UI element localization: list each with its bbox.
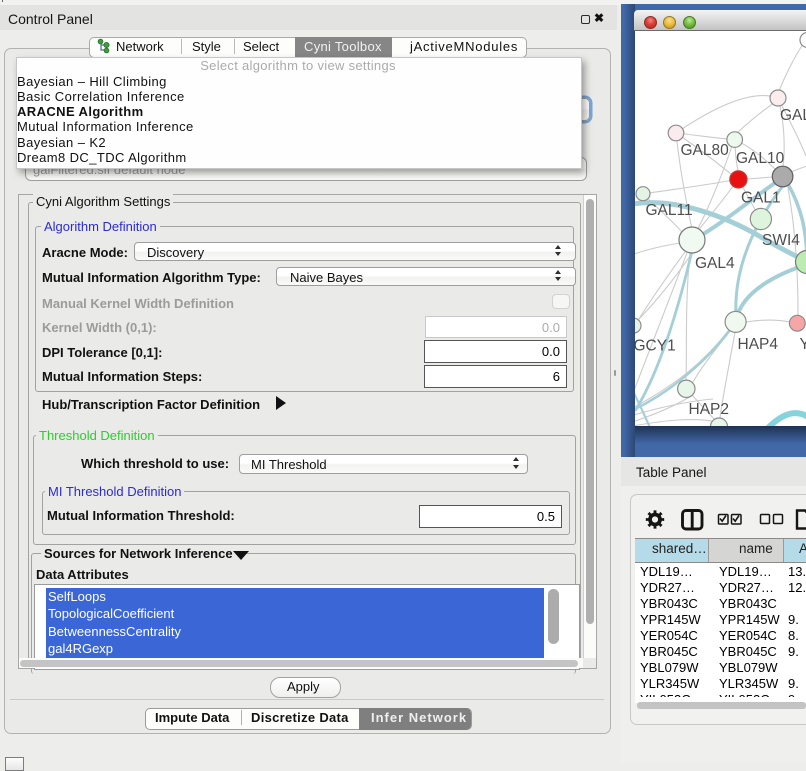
svg-text:Y: Y [800,336,806,353]
svg-text:GCY1: GCY1 [635,338,676,355]
svg-text:GAL: GAL [780,107,806,124]
svg-text:GAL80: GAL80 [681,142,730,159]
svg-text:GAL10: GAL10 [736,150,785,167]
svg-text:GAL1: GAL1 [741,190,781,207]
svg-text:GAL4: GAL4 [695,255,735,272]
svg-text:HAP4: HAP4 [738,336,779,353]
svg-text:HAP2: HAP2 [689,401,730,418]
svg-text:SWI4: SWI4 [762,232,800,249]
svg-text:GAL11: GAL11 [646,202,693,219]
